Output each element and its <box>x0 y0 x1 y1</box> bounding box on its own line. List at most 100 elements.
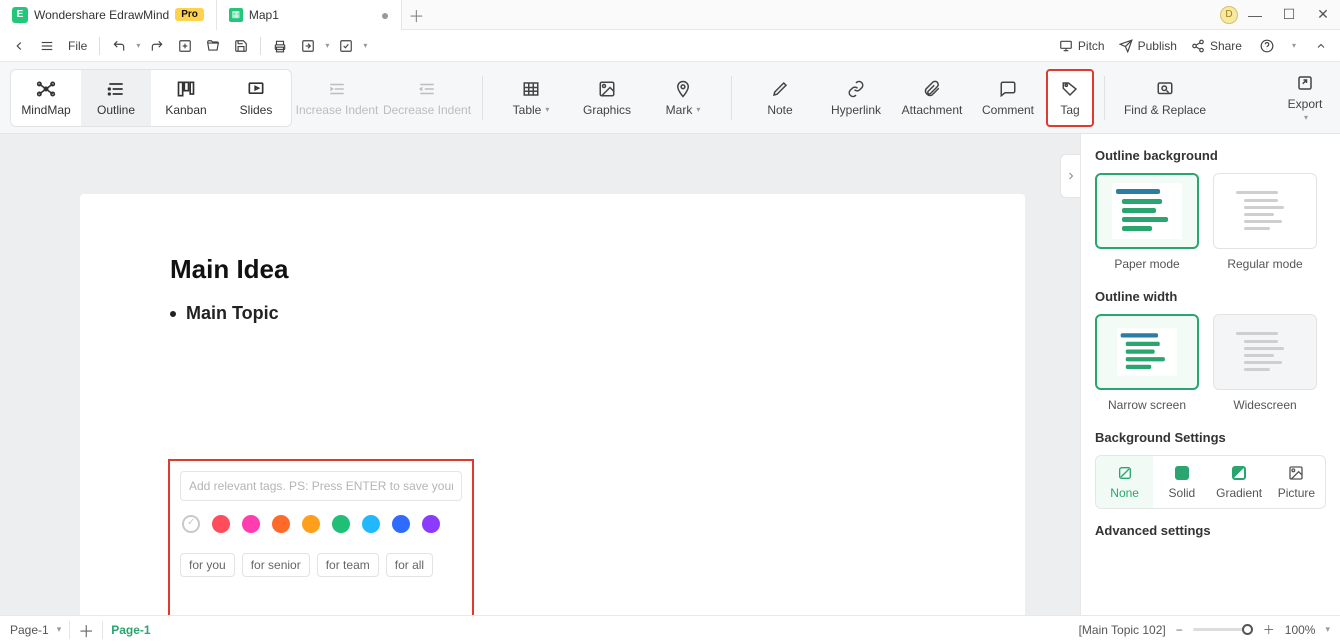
collapse-ribbon-button[interactable] <box>1310 35 1332 57</box>
publish-button[interactable]: Publish <box>1119 39 1177 53</box>
solid-icon <box>1173 464 1191 482</box>
doc-tab[interactable]: ▦ Map1 ● <box>217 0 403 30</box>
view-kanban[interactable]: Kanban <box>151 70 221 126</box>
zoom-value[interactable]: 100% <box>1285 623 1316 637</box>
tag-color-3[interactable] <box>302 515 320 533</box>
hamburger-button[interactable] <box>36 35 58 57</box>
main-topic[interactable]: Main Topic <box>186 303 279 324</box>
note-button[interactable]: Note <box>742 69 818 127</box>
page-tab[interactable]: Page-1 <box>111 623 150 637</box>
tag-icon <box>1061 79 1079 99</box>
export-button[interactable]: Export ▾ <box>1280 69 1330 127</box>
window-maximize[interactable]: ☐ <box>1272 6 1306 23</box>
none-icon <box>1116 464 1134 482</box>
user-avatar[interactable]: D <box>1220 6 1238 24</box>
view-kanban-label: Kanban <box>165 103 206 117</box>
link-icon <box>847 79 865 99</box>
tag-color-7[interactable] <box>422 515 440 533</box>
paper-mode-card[interactable] <box>1095 173 1199 249</box>
bg-none[interactable]: None <box>1096 456 1153 508</box>
zoom-slider[interactable] <box>1193 628 1253 631</box>
app-tab[interactable]: E Wondershare EdrawMind Pro <box>0 0 217 30</box>
view-outline[interactable]: Outline <box>81 70 151 126</box>
kanban-icon <box>176 79 196 99</box>
find-replace-label: Find & Replace <box>1124 103 1206 117</box>
page-select[interactable]: Page-1 <box>10 623 49 637</box>
view-outline-label: Outline <box>97 103 135 117</box>
indent-left-icon <box>418 79 436 99</box>
bg-gradient[interactable]: Gradient <box>1211 456 1268 508</box>
decrease-indent-button[interactable]: Decrease Indent <box>382 69 472 127</box>
file-menu[interactable]: File <box>64 39 91 53</box>
topic-row[interactable]: Main Topic <box>170 303 935 324</box>
bg-picture[interactable]: Picture <box>1268 456 1325 508</box>
mindmap-icon <box>36 79 56 99</box>
print-button[interactable] <box>269 35 291 57</box>
picture-icon <box>1287 464 1305 482</box>
narrow-label: Narrow screen <box>1095 398 1199 412</box>
narrow-card[interactable] <box>1095 314 1199 390</box>
tag-color-5[interactable] <box>362 515 380 533</box>
find-replace-button[interactable]: Find & Replace <box>1115 69 1215 127</box>
tag-input[interactable] <box>180 471 462 501</box>
attachment-button[interactable]: Attachment <box>894 69 970 127</box>
mark-button[interactable]: Mark▾ <box>645 69 721 127</box>
new-button[interactable] <box>174 35 196 57</box>
wide-card[interactable] <box>1213 314 1317 390</box>
collapse-side-button[interactable] <box>1060 154 1080 198</box>
zoom-out-button[interactable]: − <box>1176 623 1183 637</box>
paper-mode-label: Paper mode <box>1095 257 1199 271</box>
pitch-button[interactable]: Pitch <box>1059 39 1105 53</box>
window-close[interactable]: ✕ <box>1306 6 1340 23</box>
comment-button[interactable]: Comment <box>970 69 1046 127</box>
main-idea[interactable]: Main Idea <box>170 254 935 285</box>
doc-icon: ▦ <box>229 8 243 22</box>
hyperlink-button[interactable]: Hyperlink <box>818 69 894 127</box>
comment-label: Comment <box>982 103 1034 117</box>
quick-toolbar: File ▾ ▾ ▾ Pitch Publish Share ▾ <box>0 30 1340 62</box>
tag-color-0[interactable] <box>212 515 230 533</box>
increase-indent-button[interactable]: Increase Indent <box>292 69 382 127</box>
tag-color-2[interactable] <box>272 515 290 533</box>
table-button[interactable]: Table▾ <box>493 69 569 127</box>
tag-color-1[interactable] <box>242 515 260 533</box>
note-icon <box>771 79 789 99</box>
add-page-button[interactable]: ＋ <box>78 618 94 642</box>
tag-preset-2[interactable]: for team <box>317 553 379 577</box>
pro-badge: Pro <box>175 8 204 21</box>
graphics-button[interactable]: Graphics <box>569 69 645 127</box>
regular-mode-card[interactable] <box>1213 173 1317 249</box>
window-minimize[interactable]: ― <box>1238 7 1272 23</box>
doc-name: Map1 <box>249 8 279 22</box>
checklist-button[interactable] <box>335 35 357 57</box>
table-icon <box>522 79 540 99</box>
help-button[interactable] <box>1256 35 1278 57</box>
decrease-indent-label: Decrease Indent <box>383 103 471 117</box>
zoom-in-button[interactable]: ＋ <box>1263 621 1275 638</box>
tag-color-none[interactable] <box>182 515 200 533</box>
canvas[interactable]: Main Idea Main Topic for you for senior fo… <box>0 134 1080 615</box>
share-quick-button[interactable] <box>297 35 319 57</box>
comment-icon <box>999 79 1017 99</box>
hyperlink-label: Hyperlink <box>831 103 881 117</box>
tag-preset-0[interactable]: for you <box>180 553 235 577</box>
view-slides[interactable]: Slides <box>221 70 291 126</box>
tag-preset-1[interactable]: for senior <box>242 553 310 577</box>
outline-width-title: Outline width <box>1095 289 1326 304</box>
add-tab-button[interactable]: ＋ <box>402 3 430 27</box>
view-mindmap[interactable]: MindMap <box>11 70 81 126</box>
mark-icon <box>674 79 692 99</box>
redo-button[interactable] <box>146 35 168 57</box>
tag-preset-3[interactable]: for all <box>386 553 433 577</box>
save-button[interactable] <box>230 35 252 57</box>
open-button[interactable] <box>202 35 224 57</box>
back-button[interactable] <box>8 35 30 57</box>
undo-button[interactable] <box>108 35 130 57</box>
share-button[interactable]: Share <box>1191 39 1242 53</box>
tag-color-6[interactable] <box>392 515 410 533</box>
tag-color-4[interactable] <box>332 515 350 533</box>
slides-icon <box>246 79 266 99</box>
tag-button[interactable]: Tag <box>1046 69 1094 127</box>
bg-solid[interactable]: Solid <box>1153 456 1210 508</box>
advanced-settings-title[interactable]: Advanced settings <box>1095 523 1326 538</box>
